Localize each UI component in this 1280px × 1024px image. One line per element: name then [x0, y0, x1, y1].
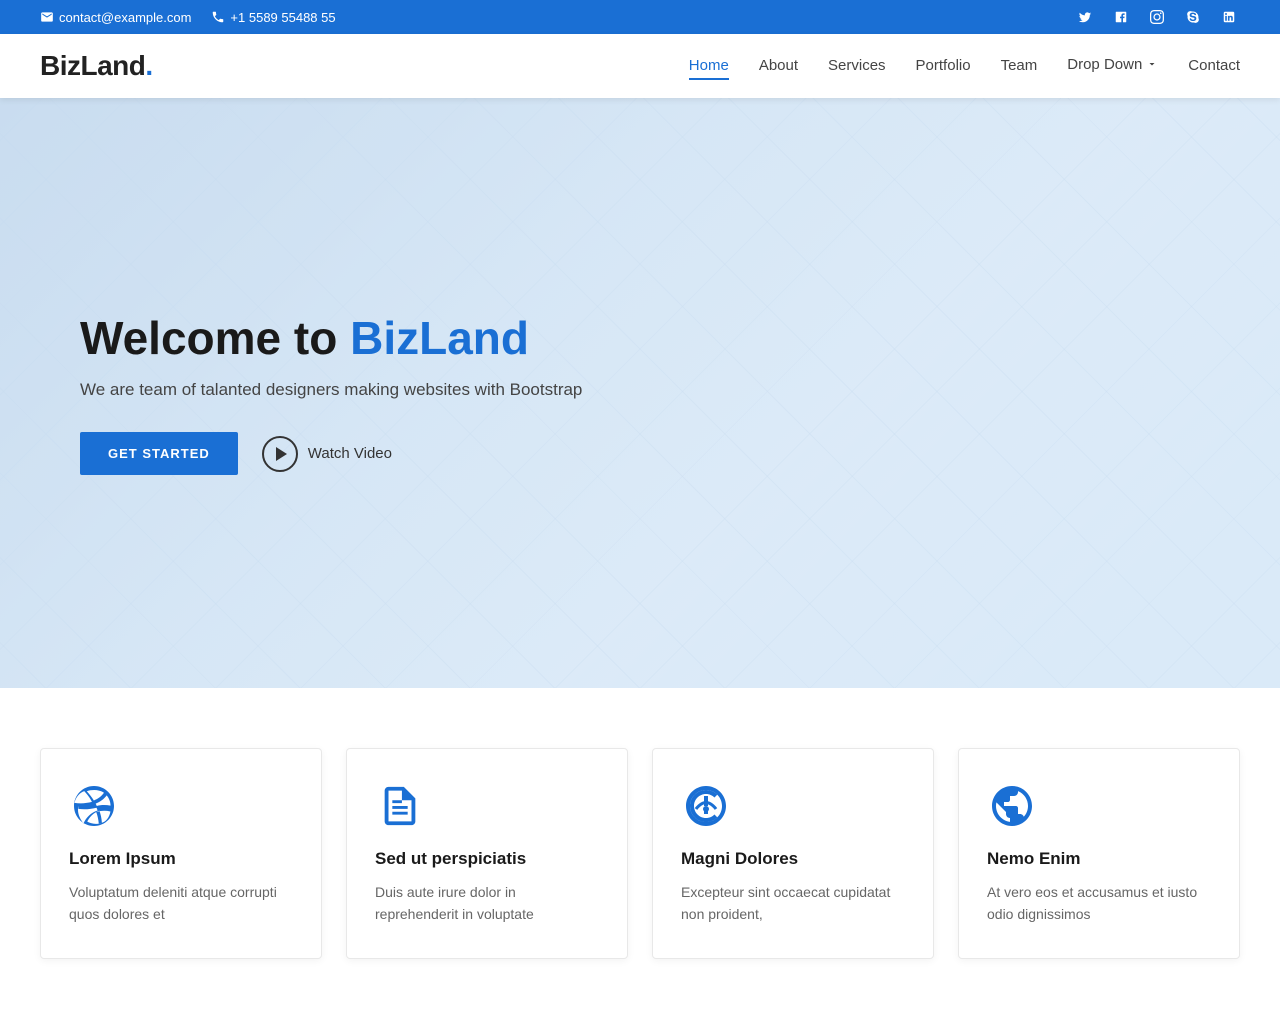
nav-link-dropdown[interactable]: Drop Down	[1067, 56, 1158, 77]
feature-icon-2	[375, 781, 425, 831]
speedometer-icon	[682, 782, 730, 830]
feature-card-3: Magni Dolores Excepteur sint occaecat cu…	[652, 748, 934, 959]
nav-menu: Home About Services Portfolio Team Drop …	[689, 56, 1240, 77]
feature-card-2: Sed ut perspiciatis Duis aute irure dolo…	[346, 748, 628, 959]
nav-link-portfolio[interactable]: Portfolio	[916, 57, 971, 78]
twitter-link[interactable]	[1074, 6, 1096, 28]
feature-icon-3	[681, 781, 731, 831]
nav-item-home[interactable]: Home	[689, 57, 729, 75]
linkedin-link[interactable]	[1218, 6, 1240, 28]
nav-item-contact[interactable]: Contact	[1188, 57, 1240, 75]
nav-item-dropdown[interactable]: Drop Down	[1067, 56, 1158, 77]
chevron-down-icon	[1146, 58, 1158, 70]
nav-link-contact[interactable]: Contact	[1188, 57, 1240, 78]
nav-link-about[interactable]: About	[759, 57, 798, 78]
logo-text: BizLand	[40, 50, 145, 81]
feature-card-4: Nemo Enim At vero eos et accusamus et iu…	[958, 748, 1240, 959]
hero-content: Welcome to BizLand We are team of talant…	[0, 311, 582, 475]
feature-title-2: Sed ut perspiciatis	[375, 849, 599, 869]
hero-title: Welcome to BizLand	[80, 311, 582, 366]
hero-subtitle: We are team of talanted designers making…	[80, 380, 582, 400]
watch-video-button[interactable]: Watch Video	[262, 436, 392, 472]
feature-card-1: Lorem Ipsum Voluptatum deleniti atque co…	[40, 748, 322, 959]
logo[interactable]: BizLand.	[40, 50, 153, 82]
features-grid: Lorem Ipsum Voluptatum deleniti atque co…	[40, 748, 1240, 959]
nav-item-about[interactable]: About	[759, 57, 798, 75]
feature-icon-4	[987, 781, 1037, 831]
email-contact: contact@example.com	[40, 10, 191, 25]
feature-text-1: Voluptatum deleniti atque corrupti quos …	[69, 881, 293, 926]
feature-title-1: Lorem Ipsum	[69, 849, 293, 869]
play-icon	[262, 436, 298, 472]
email-icon	[40, 10, 54, 24]
feature-text-4: At vero eos et accusamus et iusto odio d…	[987, 881, 1211, 926]
hero-title-brand: BizLand	[350, 312, 529, 364]
feature-title-4: Nemo Enim	[987, 849, 1211, 869]
instagram-link[interactable]	[1146, 6, 1168, 28]
nav-item-team[interactable]: Team	[1001, 57, 1038, 75]
skype-link[interactable]	[1182, 6, 1204, 28]
nav-link-home[interactable]: Home	[689, 57, 729, 80]
hero-actions: GET STARTED Watch Video	[80, 432, 582, 475]
nav-link-services[interactable]: Services	[828, 57, 886, 78]
social-links	[1074, 6, 1240, 28]
feature-text-3: Excepteur sint occaecat cupidatat non pr…	[681, 881, 905, 926]
dribbble-icon	[70, 782, 118, 830]
logo-dot: .	[145, 50, 152, 81]
nav-item-services[interactable]: Services	[828, 57, 886, 75]
phone-text: +1 5589 55488 55	[230, 10, 335, 25]
phone-contact: +1 5589 55488 55	[211, 10, 335, 25]
feature-text-2: Duis aute irure dolor in reprehenderit i…	[375, 881, 599, 926]
topbar: contact@example.com +1 5589 55488 55	[0, 0, 1280, 34]
document-icon	[377, 783, 423, 829]
nav-item-portfolio[interactable]: Portfolio	[916, 57, 971, 75]
hero-title-prefix: Welcome to	[80, 312, 350, 364]
globe-icon	[988, 782, 1036, 830]
nav-link-team[interactable]: Team	[1001, 57, 1038, 78]
hero-section: Welcome to BizLand We are team of talant…	[0, 98, 1280, 688]
watch-video-label: Watch Video	[308, 445, 392, 462]
get-started-button[interactable]: GET STARTED	[80, 432, 238, 475]
facebook-link[interactable]	[1110, 6, 1132, 28]
topbar-contact: contact@example.com +1 5589 55488 55	[40, 10, 336, 25]
navbar: BizLand. Home About Services Portfolio T…	[0, 34, 1280, 98]
email-text: contact@example.com	[59, 10, 191, 25]
phone-icon	[211, 10, 225, 24]
feature-icon-1	[69, 781, 119, 831]
feature-title-3: Magni Dolores	[681, 849, 905, 869]
features-section: Lorem Ipsum Voluptatum deleniti atque co…	[0, 688, 1280, 999]
